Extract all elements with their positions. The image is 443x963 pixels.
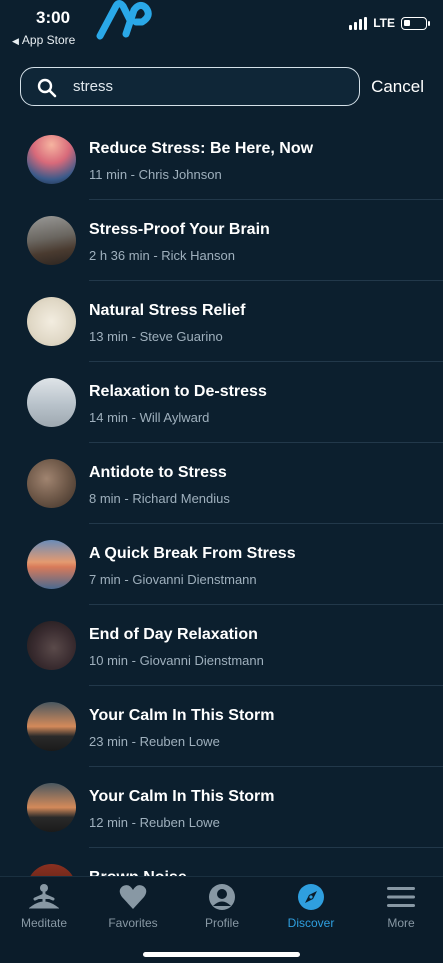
search-icon — [37, 78, 57, 98]
menu-icon — [387, 887, 415, 907]
result-meta: 11 min - Chris Johnson — [89, 167, 222, 182]
tab-label-favorites: Favorites — [108, 916, 158, 930]
tab-meditate[interactable]: Meditate — [4, 882, 84, 938]
battery-icon — [401, 16, 430, 30]
tab-discover[interactable]: Discover — [271, 882, 351, 938]
network-type: LTE — [373, 16, 395, 30]
list-item[interactable]: Your Calm In This Storm 23 min - Reuben L… — [0, 686, 443, 767]
list-item[interactable]: Relaxation to De-stress 14 min - Will Ayl… — [0, 362, 443, 443]
result-meta: 23 min - Reuben Lowe — [89, 734, 220, 749]
list-item[interactable]: Your Calm In This Storm 12 min - Reuben L… — [0, 767, 443, 848]
result-thumbnail — [27, 702, 76, 751]
result-meta: 10 min - Giovanni Dienstmann — [89, 653, 264, 668]
search-input[interactable]: stress — [20, 67, 360, 106]
result-meta: 7 min - Giovanni Dienstmann — [89, 572, 257, 587]
result-title: Brown Noise — [89, 869, 187, 876]
search-bar: stress Cancel — [20, 67, 430, 106]
result-thumbnail — [27, 378, 76, 427]
list-item[interactable]: Natural Stress Relief 13 min - Steve Guar… — [0, 281, 443, 362]
back-arrow-icon: ◀ — [12, 36, 19, 46]
result-thumbnail — [27, 459, 76, 508]
tab-label-profile: Profile — [204, 916, 239, 930]
result-title: Natural Stress Relief — [89, 302, 246, 319]
meditate-icon — [29, 884, 59, 909]
result-title: Your Calm In This Storm — [89, 707, 275, 724]
list-item[interactable]: Reduce Stress: Be Here, Now 11 min - Chri… — [0, 119, 443, 200]
profile-icon — [209, 884, 235, 910]
tab-profile[interactable]: Profile — [182, 882, 262, 938]
result-thumbnail — [27, 297, 76, 346]
result-thumbnail — [27, 540, 76, 589]
status-indicators: LTE — [349, 16, 430, 30]
list-item[interactable]: Brown Noise — [0, 848, 443, 876]
result-meta: 8 min - Richard Mendius — [89, 491, 230, 506]
result-title: Your Calm In This Storm — [89, 788, 275, 805]
result-title: Relaxation to De-stress — [89, 383, 267, 400]
back-to-app-store-link[interactable]: ◀ App Store — [12, 33, 75, 47]
result-thumbnail — [27, 783, 76, 832]
list-item[interactable]: A Quick Break From Stress 7 min - Giovann… — [0, 524, 443, 605]
tab-more[interactable]: More — [361, 882, 441, 938]
app-logo-icon — [96, 0, 152, 40]
back-app-label: App Store — [21, 33, 76, 47]
list-item[interactable]: Antidote to Stress 8 min - Richard Mendiu… — [0, 443, 443, 524]
result-title: A Quick Break From Stress — [89, 545, 296, 562]
result-thumbnail — [27, 216, 76, 265]
results-list: Reduce Stress: Be Here, Now 11 min - Chri… — [0, 119, 443, 876]
cancel-button[interactable]: Cancel — [371, 77, 424, 97]
result-thumbnail — [27, 864, 76, 876]
result-meta: 12 min - Reuben Lowe — [89, 815, 220, 830]
tab-favorites[interactable]: Favorites — [93, 882, 173, 938]
signal-icon — [349, 16, 368, 30]
tab-label-meditate: Meditate — [20, 916, 68, 930]
list-item[interactable]: End of Day Relaxation 10 min - Giovanni D… — [0, 605, 443, 686]
home-indicator — [143, 952, 300, 957]
status-bar: 3:00 ◀ App Store LTE — [0, 0, 443, 58]
result-title: Stress-Proof Your Brain — [89, 221, 270, 238]
result-title: Reduce Stress: Be Here, Now — [89, 140, 314, 157]
result-meta: 14 min - Will Aylward — [89, 410, 210, 425]
result-title: End of Day Relaxation — [89, 626, 258, 643]
list-item[interactable]: Stress-Proof Your Brain 2 h 36 min - Rick… — [0, 200, 443, 281]
compass-icon — [298, 884, 324, 910]
tab-label-discover: Discover — [287, 916, 335, 930]
result-thumbnail — [27, 621, 76, 670]
tab-bar: Meditate Favorites Profile Discover More — [0, 876, 443, 963]
search-query: stress — [73, 78, 114, 95]
result-title: Antidote to Stress — [89, 464, 227, 481]
result-meta: 13 min - Steve Guarino — [89, 329, 223, 344]
result-meta: 2 h 36 min - Rick Hanson — [89, 248, 235, 263]
tab-label-more: More — [387, 916, 415, 930]
heart-icon — [119, 885, 147, 909]
status-time: 3:00 — [36, 8, 71, 27]
result-thumbnail — [27, 135, 76, 184]
